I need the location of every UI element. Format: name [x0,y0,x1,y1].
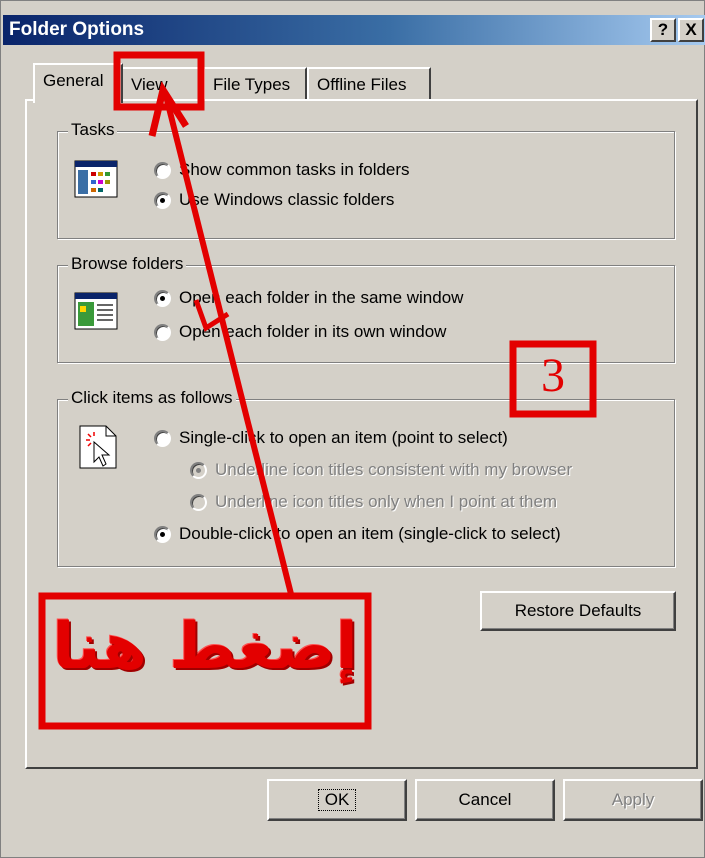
radio-open-own-window[interactable]: Open each folder in its own window [154,322,446,342]
radio-underline-consistent-browser[interactable]: Underline icon titles consistent with my… [190,460,572,480]
title-bar[interactable]: Folder Options ? X [3,15,705,45]
radio-button[interactable] [154,161,171,179]
radio-button[interactable] [154,289,171,307]
radio-use-classic-folders[interactable]: Use Windows classic folders [154,190,394,210]
option-label: Show common tasks in folders [179,160,410,179]
tasks-group: Tasks Show common tasks in folders Use W… [57,120,675,239]
radio-button[interactable] [190,461,207,479]
radio-show-common-tasks[interactable]: Show common tasks in folders [154,160,410,180]
option-label: Use Windows classic folders [179,190,395,209]
browse-folders-group: Browse folders Open each folder in the s… [57,254,675,363]
restore-defaults-button[interactable]: Restore Defaults [480,591,676,631]
option-label: Open each folder in its own window [179,322,447,341]
window-title: Folder Options [9,19,145,40]
option-label: Underline icon titles consistent with my… [215,460,573,479]
radio-button[interactable] [154,191,171,209]
radio-button[interactable] [154,525,171,543]
browse-folders-group-label: Browse folders [68,254,187,274]
tasks-folder-icon [74,160,118,198]
option-label: Single-click to open an item (point to s… [179,428,508,447]
general-tab-panel: Tasks Show common tasks in folders Use W… [25,99,698,769]
click-items-group: Click items as follows Single-click to o… [57,388,675,567]
apply-button[interactable]: Apply [563,779,703,821]
radio-button[interactable] [154,323,171,341]
pointer-click-icon [79,425,117,469]
ok-button[interactable]: OK [267,779,407,821]
radio-underline-on-point[interactable]: Underline icon titles only when I point … [190,492,557,512]
radio-single-click[interactable]: Single-click to open an item (point to s… [154,428,508,448]
option-label: Double-click to open an item (single-cli… [179,524,561,543]
tab-general[interactable]: General [33,63,123,103]
option-label: Open each folder in the same window [179,288,464,307]
tab-view[interactable]: View [121,67,201,101]
tasks-group-label: Tasks [68,120,118,140]
radio-button[interactable] [190,493,207,511]
close-button[interactable]: X [678,18,704,42]
radio-button[interactable] [154,429,171,447]
cancel-button[interactable]: Cancel [415,779,555,821]
tab-file-types[interactable]: File Types [203,67,307,101]
radio-double-click[interactable]: Double-click to open an item (single-cli… [154,524,561,544]
help-button[interactable]: ? [650,18,676,42]
radio-open-same-window[interactable]: Open each folder in the same window [154,288,463,308]
ok-button-label: OK [317,789,357,811]
tab-offline-files[interactable]: Offline Files [307,67,431,101]
browse-folders-icon [74,292,118,330]
click-items-group-label: Click items as follows [68,388,236,408]
option-label: Underline icon titles only when I point … [215,492,558,511]
folder-options-dialog: Folder Options ? X General View File Typ… [0,0,705,858]
